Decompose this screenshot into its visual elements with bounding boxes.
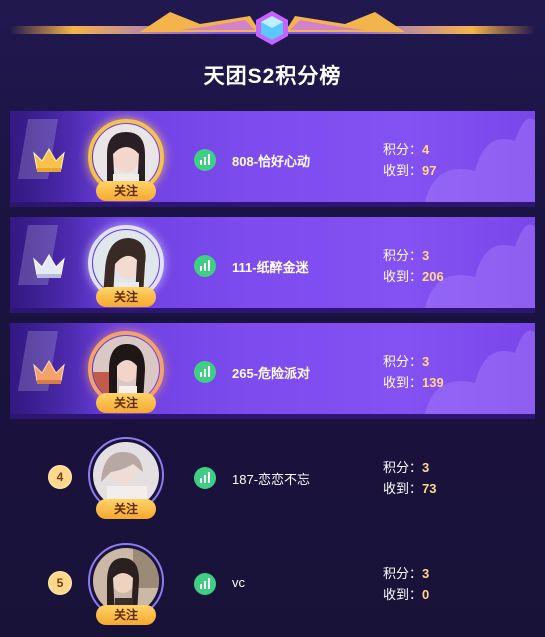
score-label: 积分： bbox=[383, 460, 423, 475]
score-value: 4 bbox=[422, 142, 430, 157]
avatar-wrap: 关注 bbox=[88, 543, 164, 625]
leaderboard-row-1: 关注 808-恰好心动 积分：4 收到：97 bbox=[10, 111, 535, 207]
score-value: 3 bbox=[422, 566, 430, 581]
header-gem-icon bbox=[256, 11, 288, 45]
follow-button[interactable]: 关注 bbox=[96, 499, 156, 519]
performer-name: vc bbox=[232, 575, 245, 590]
received-label: 收到： bbox=[383, 163, 423, 178]
avatar-wrap: 关注 bbox=[88, 119, 164, 201]
score-label: 积分： bbox=[383, 354, 423, 369]
header-wing-left-icon bbox=[140, 12, 260, 32]
follow-button[interactable]: 关注 bbox=[96, 393, 156, 413]
performer-name: 187-恋恋不忘 bbox=[232, 472, 311, 487]
header-wing-right-icon bbox=[285, 12, 405, 32]
received-value: 73 bbox=[422, 481, 437, 496]
avatar-wrap: 关注 bbox=[88, 437, 164, 519]
signal-bars-icon bbox=[194, 255, 216, 277]
leaderboard-row-3: 关注 265-危险派对 积分：3 收到：139 bbox=[10, 323, 535, 419]
leaderboard-row-2: 关注 111-纸醉金迷 积分：3 收到：206 bbox=[10, 217, 535, 313]
performer-name: 808-恰好心动 bbox=[232, 154, 311, 169]
signal-bars-icon bbox=[194, 467, 216, 489]
crown-bronze-icon bbox=[33, 360, 65, 384]
received-label: 收到： bbox=[383, 269, 423, 284]
score-label: 积分： bbox=[383, 142, 423, 157]
received-label: 收到： bbox=[383, 375, 423, 390]
leaderboard-panel: 天团S2积分榜 关注 808-恰好心动 积分：4 收到：97 关注 111-纸醉… bbox=[0, 0, 545, 637]
received-value: 139 bbox=[422, 375, 444, 390]
signal-bars-icon bbox=[194, 149, 216, 171]
follow-button[interactable]: 关注 bbox=[96, 287, 156, 307]
received-label: 收到： bbox=[383, 587, 423, 602]
rank-badge: 4 bbox=[48, 465, 72, 489]
avatar-wrap: 关注 bbox=[88, 225, 164, 307]
crown-silver-icon bbox=[33, 254, 65, 278]
follow-button[interactable]: 关注 bbox=[96, 181, 156, 201]
leaderboard-row-5: 5 关注 vc 积分：3 收到：0 bbox=[10, 535, 535, 631]
stats-block: 积分：3 收到：0 bbox=[383, 563, 429, 605]
score-label: 积分： bbox=[383, 248, 423, 263]
received-label: 收到： bbox=[383, 481, 423, 496]
score-label: 积分： bbox=[383, 566, 423, 581]
signal-bars-icon bbox=[194, 573, 216, 595]
score-value: 3 bbox=[422, 354, 430, 369]
page-title: 天团S2积分榜 bbox=[203, 65, 342, 88]
crown-gold-icon bbox=[33, 148, 65, 172]
performer-name: 111-纸醉金迷 bbox=[232, 260, 309, 275]
leaderboard-row-4: 4 关注 187-恋恋不忘 积分：3 收到：73 bbox=[10, 429, 535, 525]
stats-block: 积分：3 收到：206 bbox=[383, 245, 444, 287]
score-value: 3 bbox=[422, 460, 430, 475]
stats-block: 积分：3 收到：139 bbox=[383, 351, 444, 393]
stats-block: 积分：3 收到：73 bbox=[383, 457, 436, 499]
performer-name: 265-危险派对 bbox=[232, 366, 311, 381]
received-value: 97 bbox=[422, 163, 437, 178]
avatar-wrap: 关注 bbox=[88, 331, 164, 413]
signal-bars-icon bbox=[194, 361, 216, 383]
follow-button[interactable]: 关注 bbox=[96, 605, 156, 625]
received-value: 0 bbox=[422, 587, 430, 602]
score-value: 3 bbox=[422, 248, 430, 263]
stats-block: 积分：4 收到：97 bbox=[383, 139, 436, 181]
received-value: 206 bbox=[422, 269, 444, 284]
rank-badge: 5 bbox=[48, 571, 72, 595]
leaderboard-header: 天团S2积分榜 bbox=[0, 0, 545, 100]
